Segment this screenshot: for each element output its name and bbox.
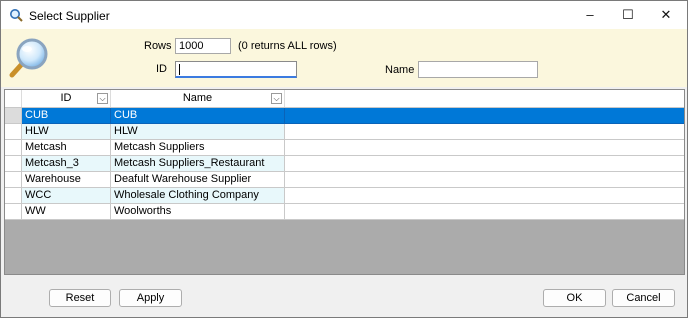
row-filler [285, 140, 684, 156]
cell-id[interactable]: Metcash_3 [22, 156, 111, 172]
filter-panel: Rows 1000 (0 returns ALL rows) ID Name [1, 29, 687, 87]
table-row[interactable]: HLW HLW [5, 124, 684, 140]
table-row[interactable]: CUB CUB [5, 108, 684, 124]
cell-name[interactable]: HLW [111, 124, 285, 140]
cell-id[interactable]: HLW [22, 124, 111, 140]
cell-name[interactable]: Metcash Suppliers_Restaurant [111, 156, 285, 172]
rows-input[interactable]: 1000 [175, 38, 231, 54]
row-header[interactable] [5, 156, 22, 172]
maximize-button[interactable]: ☐ [609, 1, 647, 29]
table-row[interactable]: Metcash_3 Metcash Suppliers_Restaurant [5, 156, 684, 172]
rows-label: Rows [144, 40, 172, 52]
id-input[interactable] [175, 61, 297, 78]
cell-name[interactable]: Deafult Warehouse Supplier [111, 172, 285, 188]
maximize-icon: ☐ [622, 7, 634, 22]
select-supplier-dialog: Select Supplier – ☐ ✕ Rows 1000 (0 retur… [0, 0, 688, 318]
filter-dropdown-icon[interactable]: ⌵ [271, 93, 282, 104]
text-caret [179, 63, 180, 75]
column-header-name[interactable]: Name ⌵ [111, 90, 285, 107]
row-header[interactable] [5, 188, 22, 204]
minimize-button[interactable]: – [571, 1, 609, 29]
row-filler [285, 204, 684, 220]
cell-name[interactable]: CUB [111, 108, 285, 124]
row-filler [285, 156, 684, 172]
row-filler [285, 108, 684, 124]
rows-hint: (0 returns ALL rows) [238, 40, 337, 52]
row-filler [285, 124, 684, 140]
cell-id[interactable]: CUB [22, 108, 111, 124]
close-icon: ✕ [660, 7, 672, 22]
window-title: Select Supplier [29, 9, 110, 23]
cell-id[interactable]: Metcash [22, 140, 111, 156]
button-bar: Reset Apply OK Cancel [1, 275, 687, 317]
id-label: ID [156, 63, 167, 75]
cell-name[interactable]: Wholesale Clothing Company [111, 188, 285, 204]
supplier-grid[interactable]: ID ⌵ Name ⌵ CUB CUB HLW HLW Metcash Metcash S… [4, 89, 685, 275]
row-header[interactable] [5, 204, 22, 220]
grid-header: ID ⌵ Name ⌵ [5, 90, 684, 108]
name-input[interactable] [418, 61, 538, 78]
column-header-id-label: ID [60, 92, 72, 104]
cell-id[interactable]: WCC [22, 188, 111, 204]
table-row[interactable]: WW Woolworths [5, 204, 684, 220]
minimize-icon: – [586, 7, 594, 22]
column-header-id[interactable]: ID ⌵ [22, 90, 111, 107]
search-magnifier-icon [9, 38, 48, 78]
reset-button[interactable]: Reset [49, 289, 111, 307]
row-filler [285, 188, 684, 204]
cell-id[interactable]: WW [22, 204, 111, 220]
close-button[interactable]: ✕ [647, 1, 685, 29]
table-row[interactable]: WCC Wholesale Clothing Company [5, 188, 684, 204]
row-header[interactable] [5, 124, 22, 140]
cell-name[interactable]: Woolworths [111, 204, 285, 220]
row-header[interactable] [5, 140, 22, 156]
header-corner [5, 90, 22, 107]
row-filler [285, 172, 684, 188]
name-label: Name [385, 64, 415, 76]
cell-name[interactable]: Metcash Suppliers [111, 140, 285, 156]
row-header[interactable] [5, 172, 22, 188]
column-header-name-label: Name [182, 92, 213, 104]
table-row[interactable]: Metcash Metcash Suppliers [5, 140, 684, 156]
table-row[interactable]: Warehouse Deafult Warehouse Supplier [5, 172, 684, 188]
title-bar: Select Supplier – ☐ ✕ [1, 1, 687, 29]
filter-dropdown-icon[interactable]: ⌵ [97, 93, 108, 104]
row-header[interactable] [5, 108, 22, 124]
magnifier-icon [10, 9, 23, 22]
ok-button[interactable]: OK [543, 289, 606, 307]
cell-id[interactable]: Warehouse [22, 172, 111, 188]
apply-button[interactable]: Apply [119, 289, 182, 307]
cancel-button[interactable]: Cancel [612, 289, 675, 307]
